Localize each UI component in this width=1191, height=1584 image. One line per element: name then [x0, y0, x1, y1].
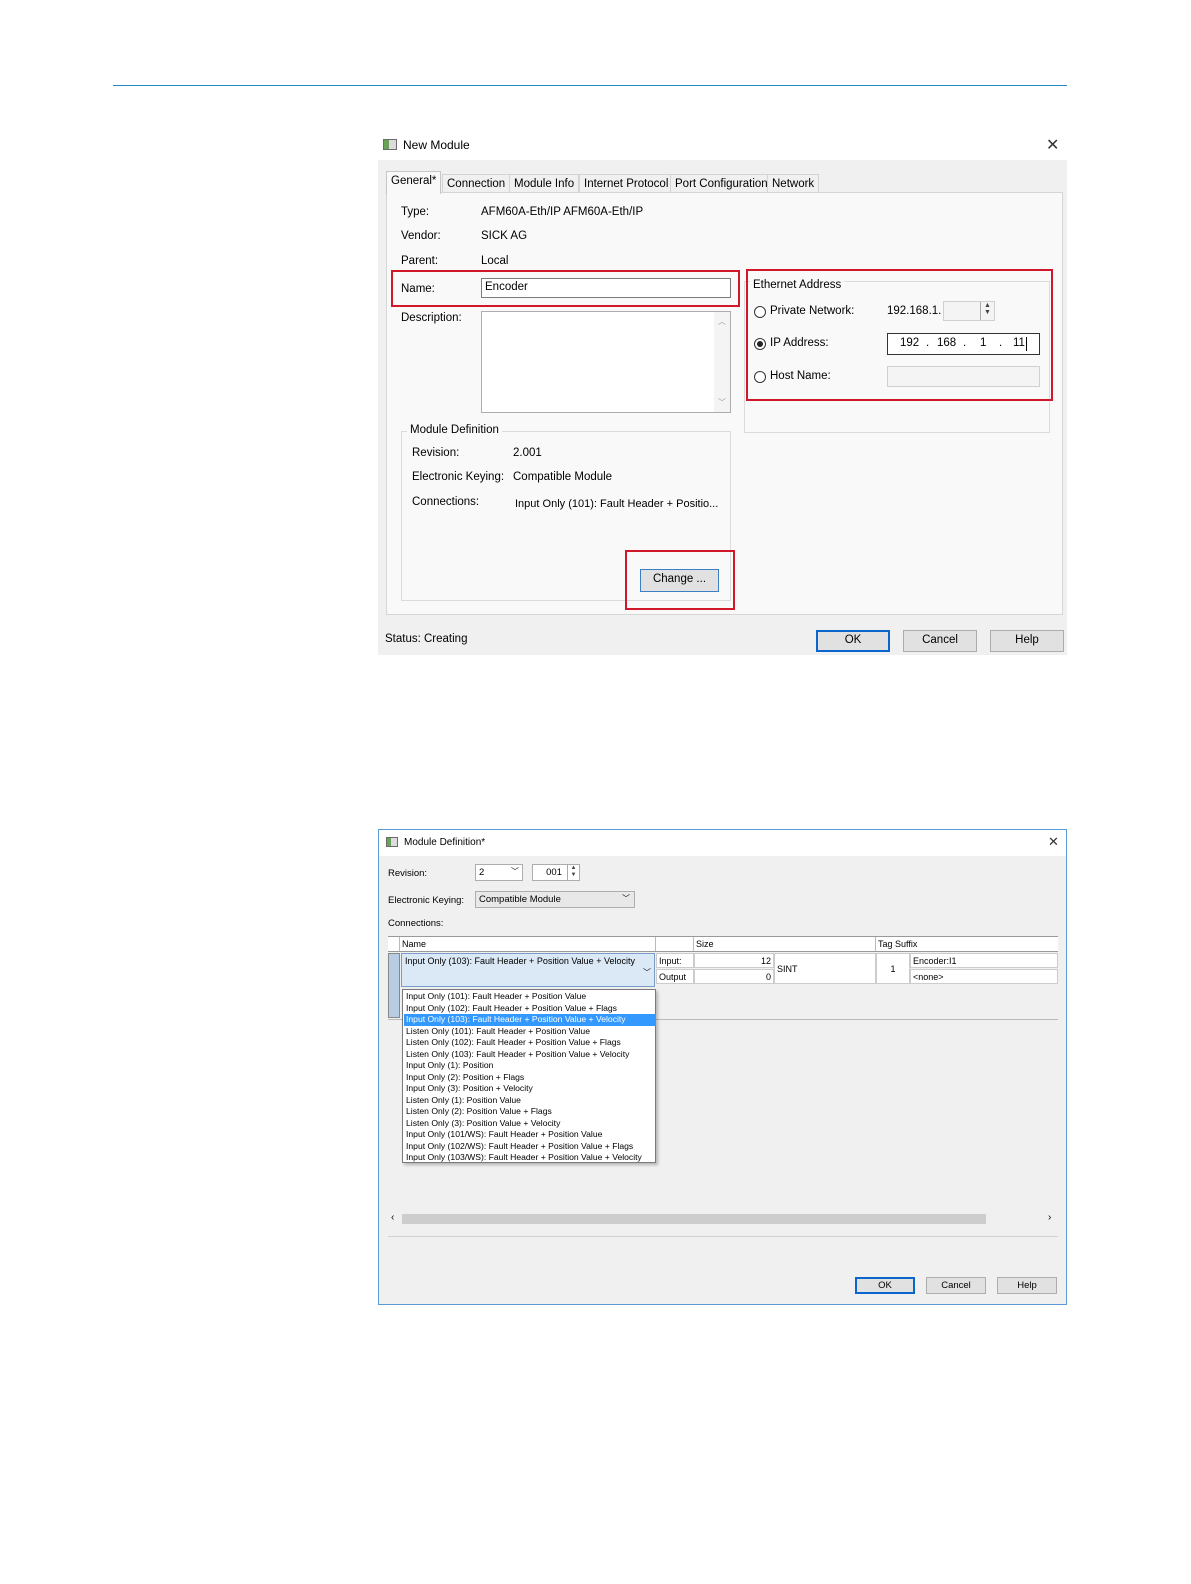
dropdown-option[interactable]: Listen Only (2): Position Value + Flags: [404, 1106, 656, 1118]
spinner-arrows-icon[interactable]: ▲ ▼: [567, 865, 579, 880]
revision-label: Revision:: [388, 868, 428, 879]
selected-connection: Input Only (103): Fault Header + Positio…: [405, 956, 635, 966]
highlight-name: [391, 270, 740, 307]
highlight-change-button: [625, 550, 735, 610]
module-definition-title: Module Definition: [407, 424, 502, 436]
connection-dropdown-list[interactable]: Input Only (101): Fault Header + Positio…: [402, 989, 656, 1163]
vendor-label: Vendor:: [401, 230, 441, 242]
help-button[interactable]: Help: [997, 1277, 1057, 1294]
divider: [388, 1236, 1058, 1237]
chevron-down-icon: ﹀: [511, 867, 519, 876]
dialog-title: New Module: [403, 138, 470, 152]
input-tag[interactable]: Encoder:I1: [910, 953, 1058, 968]
dropdown-option[interactable]: Listen Only (102): Fault Header + Positi…: [404, 1037, 656, 1049]
title-bar: New Module ✕: [378, 130, 1067, 160]
dropdown-option[interactable]: Input Only (3): Position + Velocity: [404, 1083, 656, 1095]
module-definition-dialog: Module Definition* ✕ Revision: 2 ﹀ 001 ▲…: [378, 829, 1067, 1305]
scrollbar-thumb[interactable]: [402, 1214, 986, 1224]
close-icon[interactable]: ✕: [1048, 834, 1059, 850]
cancel-button[interactable]: Cancel: [926, 1277, 986, 1294]
cancel-button[interactable]: Cancel: [903, 630, 977, 652]
dropdown-option[interactable]: Input Only (102): Fault Header + Positio…: [404, 1003, 656, 1015]
output-size[interactable]: 0: [694, 969, 774, 984]
revision-minor-value: 001: [546, 867, 562, 878]
revision-minor-spinner[interactable]: 001 ▲ ▼: [532, 864, 580, 881]
parent-label: Parent:: [401, 255, 439, 267]
module-icon: [386, 837, 398, 847]
dropdown-option[interactable]: Listen Only (101): Fault Header + Positi…: [404, 1026, 656, 1038]
help-button[interactable]: Help: [990, 630, 1064, 652]
electronic-keying-value: Compatible Module: [479, 894, 561, 905]
row-header-corner: [388, 937, 400, 951]
data-type: SINT: [774, 953, 876, 984]
revision-label: Revision:: [412, 447, 460, 459]
revision-value: 2.001: [513, 447, 542, 459]
module-icon: [383, 139, 397, 150]
electronic-keying-label: Electronic Keying:: [388, 895, 465, 906]
description-textarea[interactable]: ︿ ﹀: [481, 311, 731, 413]
dropdown-option[interactable]: Input Only (101/WS): Fault Header + Posi…: [404, 1129, 656, 1141]
connections-label: Connections:: [388, 918, 444, 929]
tab-general[interactable]: General*: [386, 171, 442, 194]
title-bar: Module Definition* ✕: [379, 830, 1066, 856]
tab-network[interactable]: Network: [767, 174, 820, 193]
scroll-up-icon[interactable]: ︿: [718, 316, 726, 327]
dropdown-option[interactable]: Input Only (101): Fault Header + Positio…: [404, 991, 656, 1003]
dropdown-option[interactable]: Input Only (102/WS): Fault Header + Posi…: [404, 1141, 656, 1153]
row-selector[interactable]: [388, 953, 400, 1018]
page-header-rule: [113, 85, 1067, 86]
ok-button[interactable]: OK: [816, 630, 890, 652]
dropdown-option[interactable]: Listen Only (3): Position Value + Veloci…: [404, 1118, 656, 1130]
tab-connection[interactable]: Connection: [442, 174, 511, 193]
electronic-keying-select[interactable]: Compatible Module ﹀: [475, 891, 635, 908]
new-module-dialog: New Module ✕ General* Connection Module …: [378, 130, 1067, 655]
header-blank: [656, 937, 694, 951]
dropdown-option[interactable]: Input Only (103): Fault Header + Positio…: [404, 1014, 656, 1026]
parent-value: Local: [481, 255, 509, 267]
input-label: Input:: [656, 953, 694, 968]
type-value: AFM60A-Eth/IP AFM60A-Eth/IP: [481, 206, 644, 218]
tag-count: 1: [876, 953, 910, 984]
status-text: Status: Creating: [385, 633, 468, 645]
tab-port-configuration[interactable]: Port Configuration: [670, 174, 773, 193]
description-scrollbar[interactable]: ︿ ﹀: [714, 312, 730, 412]
scroll-down-icon[interactable]: ﹀: [718, 397, 726, 408]
chevron-down-icon: ﹀: [643, 968, 651, 977]
header-name[interactable]: Name: [400, 937, 656, 951]
output-label: Output: [656, 969, 694, 984]
tab-module-info[interactable]: Module Info: [509, 174, 580, 193]
dropdown-option[interactable]: Listen Only (103): Fault Header + Positi…: [404, 1049, 656, 1061]
connections-value: Input Only (101): Fault Header + Positio…: [515, 498, 719, 510]
connections-label: Connections:: [412, 496, 480, 508]
scroll-left-icon[interactable]: ‹: [391, 1212, 394, 1223]
output-tag[interactable]: <none>: [910, 969, 1058, 984]
header-size[interactable]: Size: [694, 937, 876, 951]
horizontal-scrollbar[interactable]: ‹ ›: [388, 1212, 1058, 1225]
revision-major-value: 2: [479, 867, 485, 878]
revision-major-select[interactable]: 2 ﹀: [475, 864, 523, 881]
electronic-keying-label: Electronic Keying:: [412, 471, 505, 483]
electronic-keying-value: Compatible Module: [513, 471, 613, 483]
header-tag-suffix[interactable]: Tag Suffix: [876, 937, 1058, 951]
close-icon[interactable]: ✕: [1046, 135, 1059, 155]
vendor-value: SICK AG: [481, 230, 528, 242]
grid-header: Name Size Tag Suffix: [388, 936, 1058, 952]
dialog-title: Module Definition*: [404, 837, 486, 848]
scroll-right-icon[interactable]: ›: [1048, 1212, 1051, 1223]
type-label: Type:: [401, 206, 430, 218]
highlight-ethernet-address: [746, 269, 1053, 401]
tab-internet-protocol[interactable]: Internet Protocol: [579, 174, 674, 193]
connection-name-combo[interactable]: Input Only (103): Fault Header + Positio…: [401, 953, 655, 987]
input-size[interactable]: 12: [694, 953, 774, 968]
chevron-down-icon: ﹀: [622, 894, 630, 903]
dropdown-option[interactable]: Input Only (1): Position: [404, 1060, 656, 1072]
description-label: Description:: [401, 312, 462, 324]
dropdown-option[interactable]: Input Only (2): Position + Flags: [404, 1072, 656, 1084]
dropdown-option[interactable]: Listen Only (1): Position Value: [404, 1095, 656, 1107]
dropdown-option[interactable]: Input Only (103/WS): Fault Header + Posi…: [404, 1152, 656, 1164]
ok-button[interactable]: OK: [855, 1277, 915, 1294]
